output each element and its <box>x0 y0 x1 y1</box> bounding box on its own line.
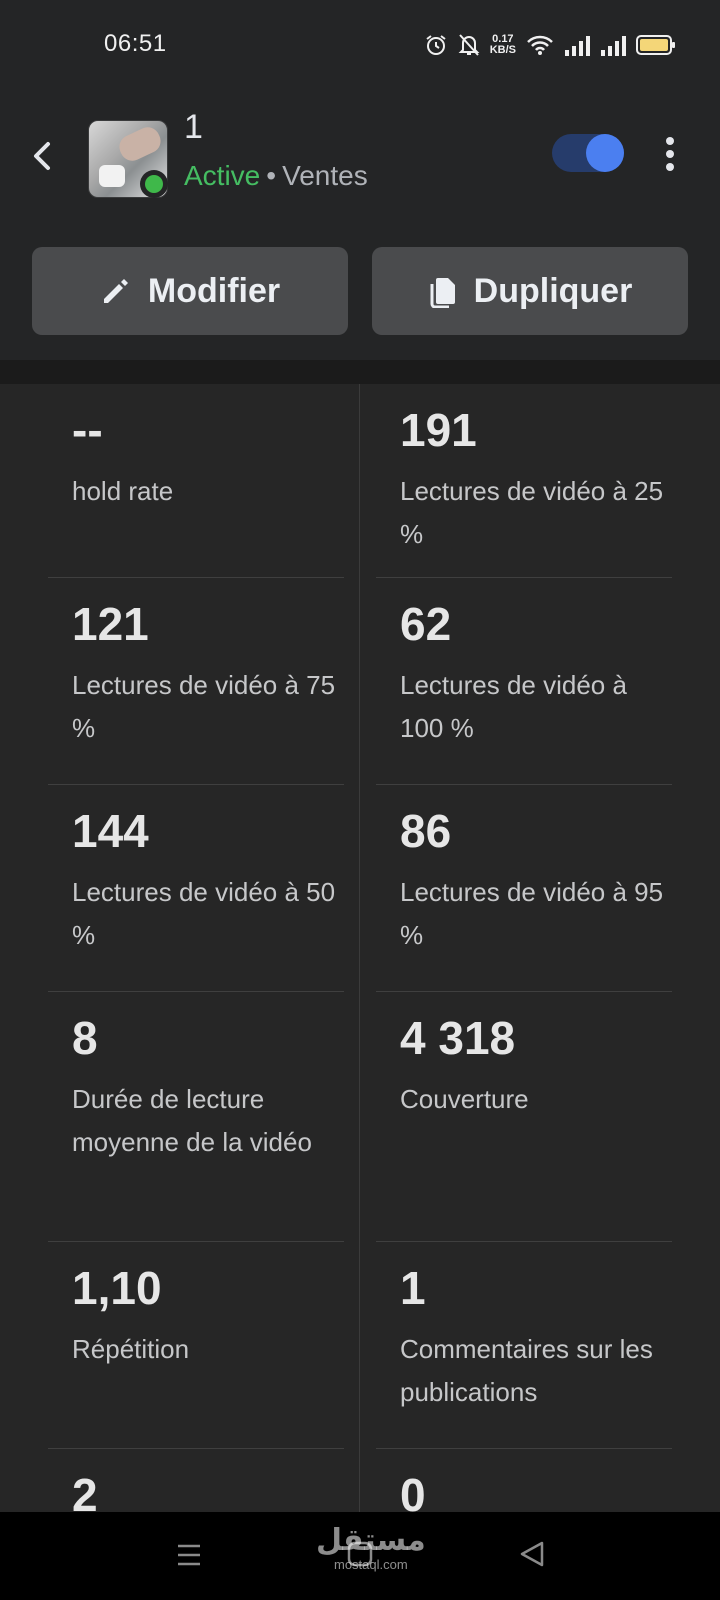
metric-video-plays-95[interactable]: 86 Lectures de vidéo à 95 % <box>376 785 672 992</box>
toggle-knob <box>586 134 624 172</box>
system-nav-bar: مستقل mostaql.com <box>0 1512 720 1600</box>
wifi-icon <box>526 34 554 56</box>
metric-label: Couverture <box>400 1084 529 1114</box>
metric-average-play-time[interactable]: 8 Durée de lecture moyenne de la vidéo <box>48 992 344 1242</box>
thumbnail-bottle-shape <box>99 165 125 187</box>
metric-video-plays-25[interactable]: 191 Lectures de vidéo à 25 % <box>376 384 672 578</box>
metric-video-plays-50[interactable]: 144 Lectures de vidéo à 50 % <box>48 785 344 992</box>
metrics-column-left: -- hold rate 121 Lectures de vidéo à 75 … <box>48 384 344 1512</box>
metric-label: Lectures de vidéo à 95 % <box>400 877 664 950</box>
metric-value: 62 <box>400 598 452 650</box>
recent-apps-icon[interactable] <box>176 1542 202 1573</box>
metric-value: -- <box>72 404 103 456</box>
status-time: 06:51 <box>104 30 167 57</box>
metric-hold-rate[interactable]: -- hold rate <box>48 384 344 578</box>
metric-value: 121 <box>72 598 149 650</box>
more-options-icon[interactable] <box>664 136 676 172</box>
edit-button-label: Modifier <box>147 271 281 310</box>
metric-partial[interactable]: 0 <box>376 1449 672 1512</box>
metric-label: Lectures de vidéo à 75 % <box>72 670 336 743</box>
metric-value: 144 <box>72 805 149 857</box>
watermark: مستقل mostaql.com <box>316 1524 426 1572</box>
active-status-dot <box>140 170 168 198</box>
metric-post-comments[interactable]: 1 Commentaires sur les publications <box>376 1242 672 1449</box>
metric-label: Lectures de vidéo à 50 % <box>72 877 336 950</box>
metric-label: Lectures de vidéo à 25 % <box>400 476 664 549</box>
ad-status: Active <box>184 160 261 191</box>
column-divider <box>359 384 360 1512</box>
metric-label: Répétition <box>72 1334 190 1364</box>
alarm-icon <box>424 33 448 57</box>
battery-icon <box>636 34 676 56</box>
ad-title: 1 <box>184 108 203 146</box>
duplicate-button[interactable]: Dupliquer <box>372 247 688 335</box>
metric-video-plays-100[interactable]: 62 Lectures de vidéo à 100 % <box>376 578 672 785</box>
metric-frequency[interactable]: 1,10 Répétition <box>48 1242 344 1449</box>
pencil-icon <box>100 275 132 307</box>
duplicate-icon <box>428 274 458 308</box>
metric-value: 4 318 <box>400 1012 516 1064</box>
signal-icon <box>600 34 626 56</box>
metrics-grid: -- hold rate 121 Lectures de vidéo à 75 … <box>32 384 688 1512</box>
metric-value: 0 <box>400 1469 426 1512</box>
watermark-arabic: مستقل <box>316 1524 426 1557</box>
subtitle-separator: • <box>266 160 277 191</box>
metric-value: 86 <box>400 805 452 857</box>
metric-value: 8 <box>72 1012 98 1064</box>
section-divider <box>0 360 720 384</box>
metric-value: 1 <box>400 1262 426 1314</box>
metric-partial[interactable]: 2 <box>48 1449 344 1512</box>
ad-active-toggle[interactable] <box>552 134 624 172</box>
metric-video-plays-75[interactable]: 121 Lectures de vidéo à 75 % <box>48 578 344 785</box>
thumbnail-hand-shape <box>115 123 165 165</box>
status-bar: 06:51 0.17 KB/S <box>0 0 720 90</box>
back-triangle-icon[interactable] <box>518 1540 546 1573</box>
network-speed-unit: KB/S <box>489 44 516 56</box>
metric-reach[interactable]: 4 318 Couverture <box>376 992 672 1242</box>
ad-subtitle: Active • Ventes <box>184 160 368 192</box>
signal-icon <box>564 34 590 56</box>
watermark-latin: mostaql.com <box>334 1557 408 1572</box>
metrics-column-right: 191 Lectures de vidéo à 25 % 62 Lectures… <box>376 384 672 1512</box>
edit-button[interactable]: Modifier <box>32 247 348 335</box>
metric-value: 2 <box>72 1469 98 1512</box>
back-arrow-icon[interactable] <box>28 138 58 174</box>
metric-label: Lectures de vidéo à 100 % <box>400 670 627 743</box>
metric-label: Commentaires sur les publications <box>400 1334 653 1407</box>
metric-label: hold rate <box>72 476 174 506</box>
ad-header: 1 Active • Ventes Modifier Dupliquer <box>0 90 720 360</box>
duplicate-button-label: Dupliquer <box>473 271 633 310</box>
network-speed: 0.17 KB/S <box>490 34 516 56</box>
status-icons: 0.17 KB/S <box>424 30 676 60</box>
metric-value: 191 <box>400 404 477 456</box>
metric-label: Durée de lecture moyenne de la vidéo <box>72 1084 312 1157</box>
ad-objective: Ventes <box>282 160 368 191</box>
metric-value: 1,10 <box>72 1262 162 1314</box>
mute-icon <box>458 33 480 57</box>
